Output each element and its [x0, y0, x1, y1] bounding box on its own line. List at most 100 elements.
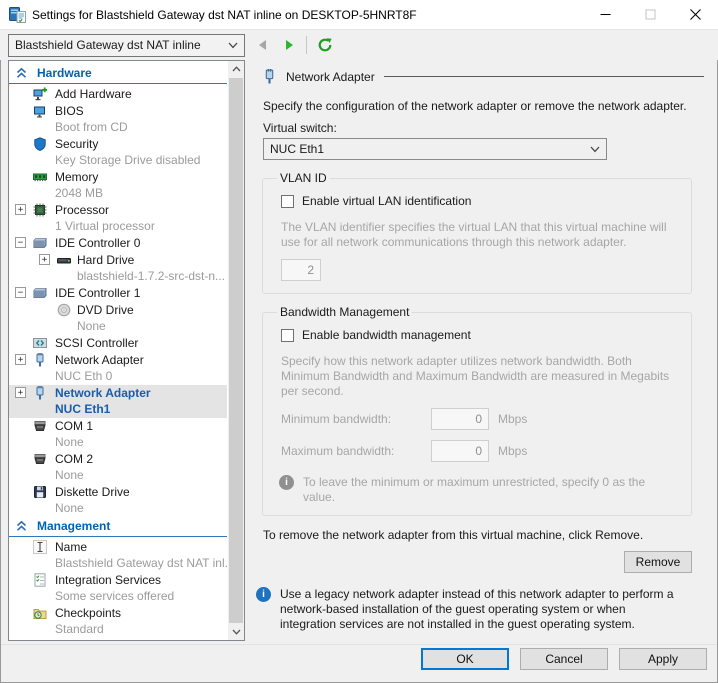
collapse-toggle[interactable]: − — [15, 237, 26, 248]
collapse-toggle[interactable]: − — [15, 287, 26, 298]
header-rule — [384, 76, 704, 77]
remove-button[interactable]: Remove — [624, 551, 692, 573]
enable-vlan-checkbox[interactable] — [281, 195, 294, 208]
vm-selector-dropdown[interactable]: Blastshield Gateway dst NAT inline — [8, 34, 245, 57]
sidebar-item-label: Hard Drive — [77, 253, 134, 267]
refresh-button[interactable] — [314, 34, 336, 56]
expand-toggle[interactable]: + — [15, 387, 26, 398]
sidebar-item-ide-controller-1[interactable]: −IDE Controller 1 — [9, 285, 227, 302]
minimize-button[interactable] — [583, 0, 628, 29]
close-icon — [690, 9, 701, 20]
security-icon — [33, 137, 47, 151]
sidebar-item-label: IDE Controller 0 — [55, 236, 140, 250]
scrollbar-thumb[interactable] — [229, 78, 243, 623]
com-port-icon — [33, 419, 47, 433]
smart-paging-icon — [33, 639, 47, 640]
sidebar-item-sublabel: None — [9, 435, 227, 451]
ok-button[interactable]: OK — [421, 648, 509, 670]
vlan-help-text: The VLAN identifier specifies the virtua… — [281, 220, 679, 250]
bios-icon — [33, 104, 47, 118]
sidebar-item-bios[interactable]: BIOS — [9, 103, 227, 120]
title-bar: Settings for Blastshield Gateway dst NAT… — [0, 0, 718, 30]
sidebar-item-com-1[interactable]: COM 1 — [9, 418, 227, 435]
network-adapter-icon — [33, 386, 47, 400]
sidebar-item-network-adapter[interactable]: +Network Adapter — [9, 385, 227, 402]
sidebar-item-sublabel: None — [9, 319, 227, 335]
close-button[interactable] — [673, 0, 718, 29]
page-header: Network Adapter — [252, 60, 704, 84]
section-header-hardware[interactable]: Hardware — [9, 64, 227, 84]
sidebar-item-label: BIOS — [55, 104, 84, 118]
chevron-down-icon — [228, 42, 238, 49]
sidebar-item-scsi-controller[interactable]: SCSI Controller — [9, 335, 227, 352]
page-description: Specify the configuration of the network… — [263, 99, 704, 113]
hardware-tree: Hardware Add HardwareBIOS Boot from CDSecu… — [9, 61, 227, 640]
sidebar-item-sublabel: Key Storage Drive disabled — [9, 153, 227, 169]
sidebar-item-hard-drive[interactable]: + Hard Drive — [9, 252, 227, 269]
legacy-adapter-note: Use a legacy network adapter instead of … — [280, 587, 680, 632]
vlan-id-input — [281, 259, 321, 281]
bandwidth-group-label: Bandwidth Management — [277, 305, 412, 319]
sidebar-item-label: COM 1 — [55, 419, 93, 433]
sidebar-item-ide-controller-0[interactable]: − IDE Controller 0 — [9, 235, 227, 252]
sidebar-item-sublabel: None — [9, 468, 227, 484]
cancel-button[interactable]: Cancel — [520, 648, 608, 670]
sidebar-item-security[interactable]: Security — [9, 136, 227, 153]
sidebar-item-sublabel: Some services offered — [9, 589, 227, 605]
scroll-up-button[interactable] — [228, 61, 244, 77]
toolbar: Blastshield Gateway dst NAT inline — [0, 30, 718, 60]
sidebar-item-processor[interactable]: + Processor — [9, 202, 227, 219]
vm-name-icon — [33, 540, 47, 554]
ide-controller-icon — [33, 236, 47, 250]
section-header-management[interactable]: Management — [9, 517, 227, 537]
sidebar-item-sublabel: Boot from CD — [9, 120, 227, 136]
sidebar-item-sublabel: Blastshield Gateway dst NAT inl... — [9, 556, 227, 572]
add-hardware-icon — [33, 87, 47, 101]
network-adapter-icon — [33, 353, 47, 367]
maximum-bandwidth-input — [431, 440, 489, 462]
sidebar-item-label: Processor — [55, 203, 109, 217]
sidebar-item-checkpoints[interactable]: Checkpoints — [9, 605, 227, 622]
network-adapter-icon — [262, 69, 277, 84]
ide-controller-icon — [33, 286, 47, 300]
sidebar-item-name[interactable]: Name — [9, 539, 227, 556]
footer-separator — [1, 644, 717, 645]
sidebar-item-label: Diskette Drive — [55, 485, 130, 499]
sidebar-item-label: Memory — [55, 170, 98, 184]
apply-button[interactable]: Apply — [619, 648, 707, 670]
remove-instruction: To remove the network adapter from this … — [263, 528, 704, 542]
processor-icon — [33, 203, 47, 217]
sidebar-item-dvd-drive[interactable]: DVD Drive — [9, 302, 227, 319]
sidebar-item-add-hardware[interactable]: Add Hardware — [9, 86, 227, 103]
bandwidth-group: Bandwidth Management Enable bandwidth ma… — [262, 305, 692, 516]
forward-arrow-icon — [284, 39, 296, 51]
virtual-switch-dropdown[interactable]: NUC Eth1 — [263, 138, 607, 160]
scroll-down-button[interactable] — [228, 624, 244, 640]
maximum-bandwidth-unit: Mbps — [498, 444, 527, 458]
sidebar-item-diskette-drive[interactable]: Diskette Drive — [9, 484, 227, 501]
scsi-controller-icon — [33, 336, 47, 350]
navigate-back-button — [251, 34, 273, 56]
settings-content-panel: Network Adapter Specify the configuratio… — [252, 60, 704, 632]
minimize-icon — [600, 9, 611, 20]
sidebar-item-network-adapter[interactable]: + Network Adapter — [9, 352, 227, 369]
enable-bandwidth-checkbox[interactable] — [281, 329, 294, 342]
navigate-forward-button[interactable] — [279, 34, 301, 56]
section-label: Hardware — [37, 66, 92, 80]
diskette-drive-icon — [33, 485, 47, 499]
sidebar-scrollbar[interactable] — [228, 61, 244, 640]
expand-toggle[interactable]: + — [15, 354, 26, 365]
maximum-bandwidth-label: Maximum bandwidth: — [281, 444, 431, 458]
sidebar-item-label: Network Adapter — [55, 353, 144, 367]
vlan-group-label: VLAN ID — [277, 171, 330, 185]
memory-icon — [33, 170, 47, 184]
minimum-bandwidth-label: Minimum bandwidth: — [281, 412, 431, 426]
expand-toggle[interactable]: + — [39, 254, 50, 265]
sidebar-item-sublabel: NUC Eth 0 — [9, 369, 227, 385]
sidebar-item-memory[interactable]: Memory — [9, 169, 227, 186]
sidebar-item-integration-services[interactable]: Integration Services — [9, 572, 227, 589]
sidebar-item-com-2[interactable]: COM 2 — [9, 451, 227, 468]
bandwidth-help-text: Specify how this network adapter utilize… — [281, 354, 679, 399]
expand-toggle[interactable]: + — [15, 204, 26, 215]
enable-bandwidth-label: Enable bandwidth management — [302, 328, 471, 342]
